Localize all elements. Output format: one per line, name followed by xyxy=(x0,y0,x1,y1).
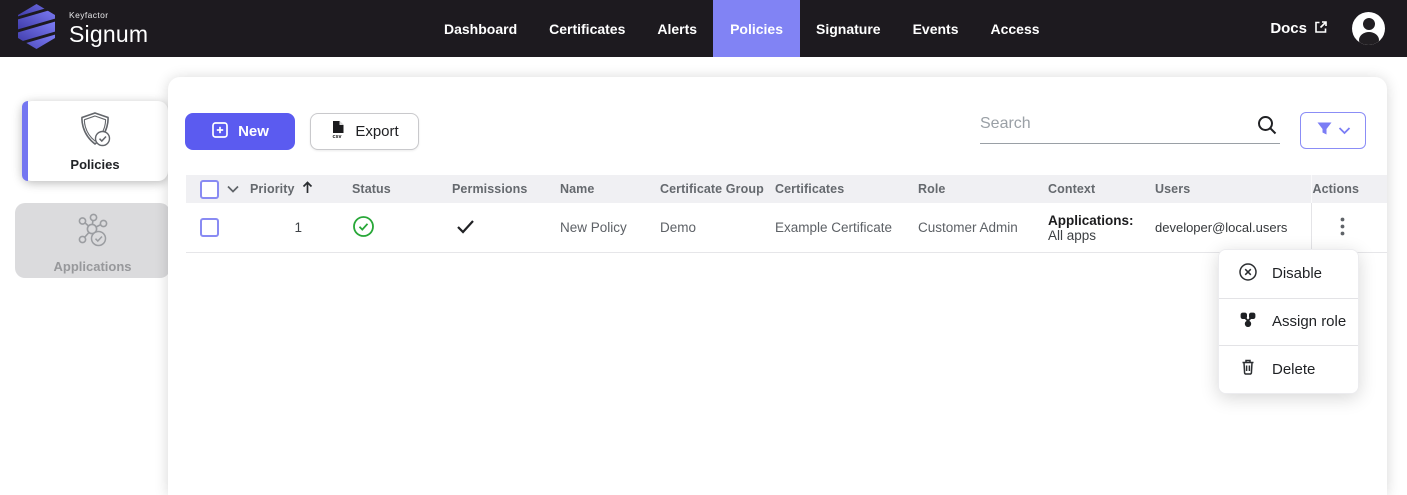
sidebar-item-applications[interactable]: Applications xyxy=(15,203,170,278)
filter-funnel-icon xyxy=(1316,121,1333,141)
sort-asc-arrow-icon xyxy=(302,181,313,197)
context-value: All apps xyxy=(1048,228,1096,243)
nav-item-access[interactable]: Access xyxy=(975,0,1056,57)
brand-product: Signum xyxy=(69,23,148,46)
cell-status xyxy=(348,203,448,252)
nav-item-signature[interactable]: Signature xyxy=(800,0,897,57)
row-checkbox[interactable] xyxy=(200,218,219,237)
column-header-certificates[interactable]: Certificates xyxy=(771,175,914,203)
policies-table: Priority Status Permissions Name Certifi… xyxy=(186,175,1387,253)
row-actions-menu-button[interactable] xyxy=(1311,203,1387,252)
docs-link[interactable]: Docs xyxy=(1270,20,1328,38)
table-row: 1 New Policy Demo Example Certifica xyxy=(186,203,1387,253)
header-chevron-down-icon[interactable] xyxy=(227,182,239,196)
avatar-body-icon xyxy=(1359,32,1379,45)
column-header-context[interactable]: Context xyxy=(1044,175,1151,203)
chevron-down-icon xyxy=(1338,122,1351,140)
menu-label-disable: Disable xyxy=(1272,265,1322,282)
svg-text:csv: csv xyxy=(333,134,342,139)
column-header-certificate-group[interactable]: Certificate Group xyxy=(656,175,771,203)
nav-item-dashboard[interactable]: Dashboard xyxy=(428,0,533,57)
nav-item-events[interactable]: Events xyxy=(897,0,975,57)
external-link-icon xyxy=(1314,20,1328,38)
policies-panel: New csv Export xyxy=(168,77,1387,495)
cell-certificate-group: Demo xyxy=(656,203,771,252)
circle-x-icon xyxy=(1238,262,1258,286)
sidebar-item-policies[interactable]: Policies xyxy=(22,101,168,181)
menu-label-delete: Delete xyxy=(1272,361,1315,378)
assign-role-icon xyxy=(1238,310,1258,334)
new-button[interactable]: New xyxy=(185,113,295,150)
docs-label: Docs xyxy=(1270,20,1307,37)
network-check-icon xyxy=(15,212,170,257)
menu-label-assign-role: Assign role xyxy=(1272,313,1346,330)
menu-item-delete[interactable]: Delete xyxy=(1219,345,1358,393)
column-header-actions: Actions xyxy=(1311,175,1387,203)
cell-name: New Policy xyxy=(556,203,656,252)
brand-company: Keyfactor xyxy=(69,11,148,20)
menu-item-assign-role[interactable]: Assign role xyxy=(1219,298,1358,346)
trash-icon xyxy=(1238,357,1258,381)
search-input[interactable] xyxy=(980,107,1248,141)
filter-button[interactable] xyxy=(1300,112,1366,149)
main-nav-menu: Dashboard Certificates Alerts Policies S… xyxy=(428,0,1056,57)
cell-permissions xyxy=(448,203,556,252)
cell-role: Customer Admin xyxy=(914,203,1044,252)
plus-square-icon xyxy=(211,121,229,143)
menu-item-disable[interactable]: Disable xyxy=(1219,250,1358,298)
table-header-row: Priority Status Permissions Name Certifi… xyxy=(186,175,1387,203)
column-header-role[interactable]: Role xyxy=(914,175,1044,203)
status-enabled-icon xyxy=(352,215,375,241)
shield-check-icon xyxy=(22,110,168,155)
kebab-menu-icon xyxy=(1340,217,1345,239)
cell-context: Applications: All apps xyxy=(1044,203,1151,252)
search-icon[interactable] xyxy=(1256,114,1278,141)
column-header-permissions[interactable]: Permissions xyxy=(448,175,556,203)
column-header-status[interactable]: Status xyxy=(348,175,448,203)
sidebar-label-policies: Policies xyxy=(22,157,168,172)
search-field xyxy=(980,107,1280,144)
file-csv-icon: csv xyxy=(330,120,346,143)
export-button[interactable]: csv Export xyxy=(310,113,419,150)
avatar-head-icon xyxy=(1363,18,1375,30)
cell-priority: 1 xyxy=(246,203,348,252)
context-type-label: Applications: xyxy=(1048,213,1134,228)
active-accent-bar xyxy=(22,101,28,181)
user-avatar[interactable] xyxy=(1352,12,1385,45)
column-header-priority[interactable]: Priority xyxy=(246,175,348,203)
nav-item-alerts[interactable]: Alerts xyxy=(641,0,713,57)
brand-logo[interactable]: Keyfactor Signum xyxy=(0,4,148,54)
row-actions-context-menu: Disable Assign role Delete xyxy=(1218,249,1359,394)
cell-certificates: Example Certificate xyxy=(771,203,914,252)
select-all-checkbox[interactable] xyxy=(200,180,219,199)
top-navigation: Keyfactor Signum Dashboard Certificates … xyxy=(0,0,1407,57)
column-header-name[interactable]: Name xyxy=(556,175,656,203)
new-button-label: New xyxy=(238,123,269,140)
signum-hex-logo-icon xyxy=(16,4,57,54)
nav-item-policies[interactable]: Policies xyxy=(713,0,800,57)
sidebar-label-applications: Applications xyxy=(15,259,170,274)
permissions-check-icon xyxy=(452,219,475,237)
column-header-users[interactable]: Users xyxy=(1151,175,1311,203)
nav-item-certificates[interactable]: Certificates xyxy=(533,0,641,57)
export-button-label: Export xyxy=(355,123,398,140)
cell-users: developer@local.users xyxy=(1151,203,1311,252)
